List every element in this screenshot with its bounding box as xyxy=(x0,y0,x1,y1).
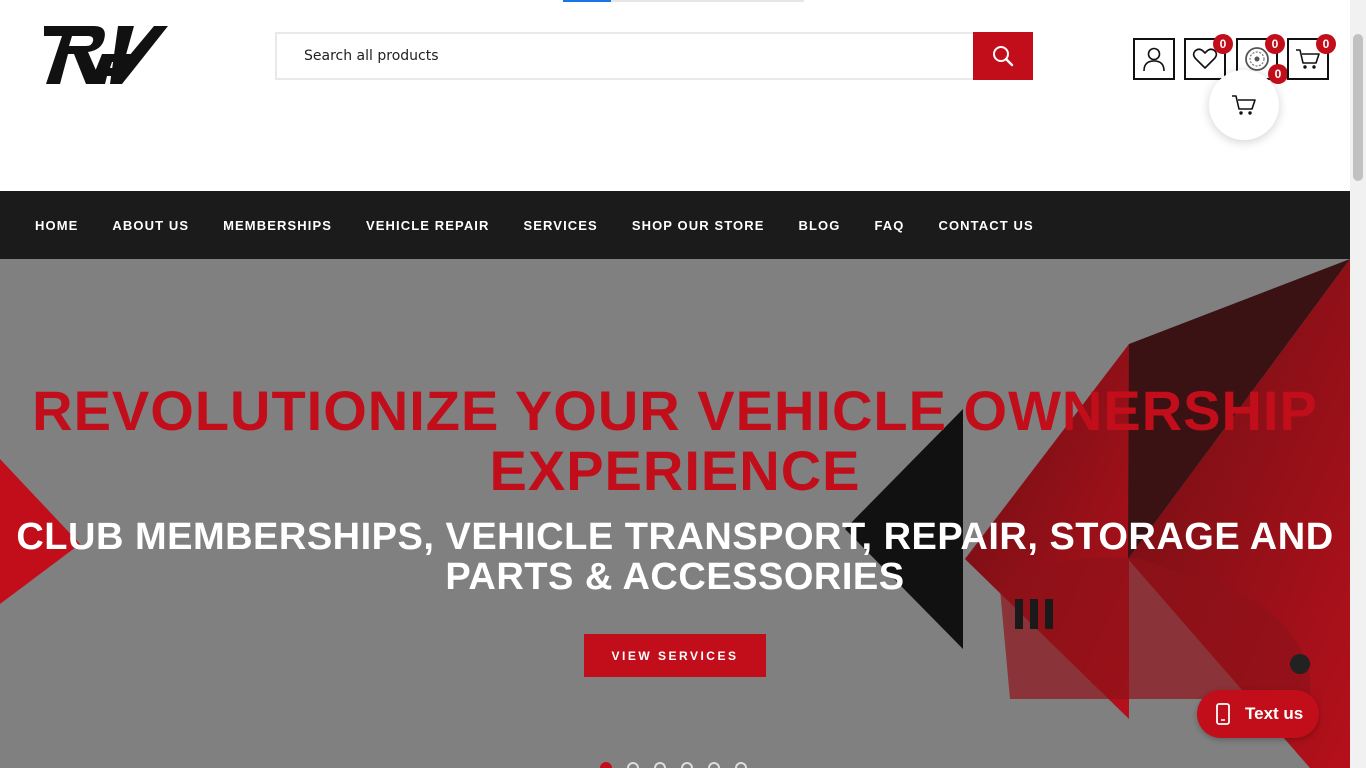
account-button[interactable] xyxy=(1133,38,1175,80)
slider-dot-2[interactable] xyxy=(627,762,639,768)
search-input[interactable] xyxy=(277,34,974,78)
slider-dot-6[interactable] xyxy=(735,762,747,768)
top-tab-active-indicator xyxy=(563,0,611,2)
slider-dot-1[interactable] xyxy=(600,762,612,768)
nav-item-vehicle-repair[interactable]: VEHICLE REPAIR xyxy=(366,218,490,233)
site-logo[interactable] xyxy=(42,22,168,88)
nav-item-home[interactable]: HOME xyxy=(35,218,78,233)
heart-icon xyxy=(1192,48,1218,69)
hero-subtitle-line2: PARTS & ACCESSORIES xyxy=(445,556,905,598)
slider-dot-4[interactable] xyxy=(681,762,693,768)
phone-icon xyxy=(1216,703,1230,725)
site-header: 0 0 0 0 xyxy=(0,0,1350,191)
main-nav: HOME ABOUT US MEMBERSHIPS VEHICLE REPAIR… xyxy=(0,191,1350,259)
cart-icon xyxy=(1232,95,1256,115)
nav-item-contact-us[interactable]: CONTACT US xyxy=(938,218,1033,233)
hero-title-line2: EXPERIENCE xyxy=(489,439,861,502)
nav-item-blog[interactable]: BLOG xyxy=(799,218,841,233)
nav-item-about-us[interactable]: ABOUT US xyxy=(112,218,189,233)
rev-logo-icon xyxy=(44,26,168,84)
text-us-label: Text us xyxy=(1245,704,1304,723)
slider-dot-3[interactable] xyxy=(654,762,666,768)
compare-count-badge: 0 xyxy=(1265,34,1285,54)
slider-dot-5[interactable] xyxy=(708,762,720,768)
top-tab-strip xyxy=(563,0,804,2)
text-us-button[interactable]: Text us xyxy=(1197,690,1319,738)
wishlist-count-badge: 0 xyxy=(1213,34,1233,54)
search-icon xyxy=(993,46,1014,67)
hero-title-line1: REVOLUTIONIZE YOUR VEHICLE OWNERSHIP xyxy=(32,379,1318,442)
hero-subtitle-line1: CLUB MEMBERSHIPS, VEHICLE TRANSPORT, REP… xyxy=(16,516,1334,558)
hero-slider: REVOLUTIONIZE YOUR VEHICLE OWNERSHIP EXP… xyxy=(0,259,1350,768)
user-icon xyxy=(1143,47,1165,72)
compare-count-badge-secondary: 0 xyxy=(1268,64,1288,84)
floating-cart-button[interactable] xyxy=(1209,70,1279,140)
search-button[interactable] xyxy=(973,32,1033,80)
cart-icon xyxy=(1296,49,1320,69)
hero-background-art xyxy=(0,259,1350,768)
slider-pagination xyxy=(600,762,747,768)
scrollbar-thumb[interactable] xyxy=(1353,34,1363,181)
search-bar xyxy=(275,32,1033,80)
nav-item-faq[interactable]: FAQ xyxy=(874,218,904,233)
hero-subtitle: CLUB MEMBERSHIPS, VEHICLE TRANSPORT, REP… xyxy=(0,517,1350,597)
nav-item-memberships[interactable]: MEMBERSHIPS xyxy=(223,218,332,233)
nav-item-shop-our-store[interactable]: SHOP OUR STORE xyxy=(632,218,765,233)
hero-title: REVOLUTIONIZE YOUR VEHICLE OWNERSHIP EXP… xyxy=(0,381,1350,501)
nav-item-services[interactable]: SERVICES xyxy=(524,218,598,233)
page-scrollbar[interactable] xyxy=(1350,0,1366,768)
cart-count-badge: 0 xyxy=(1316,34,1336,54)
view-services-button[interactable]: VIEW SERVICES xyxy=(584,634,766,677)
